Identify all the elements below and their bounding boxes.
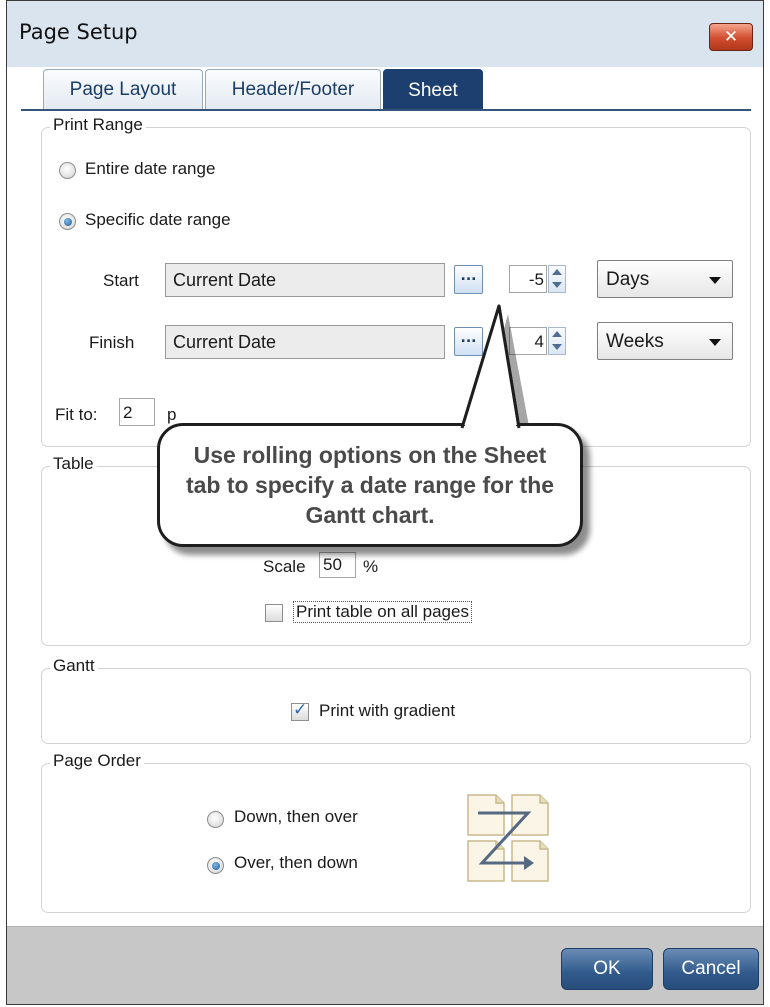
dialog-footer: OK Cancel [7,926,763,1004]
cancel-button[interactable]: Cancel [663,948,759,990]
page-setup-dialog: Page Setup ✕ Page Layout Header/Footer S… [6,0,764,1005]
callout-pointer-join [460,304,521,429]
ok-button[interactable]: OK [561,948,653,990]
